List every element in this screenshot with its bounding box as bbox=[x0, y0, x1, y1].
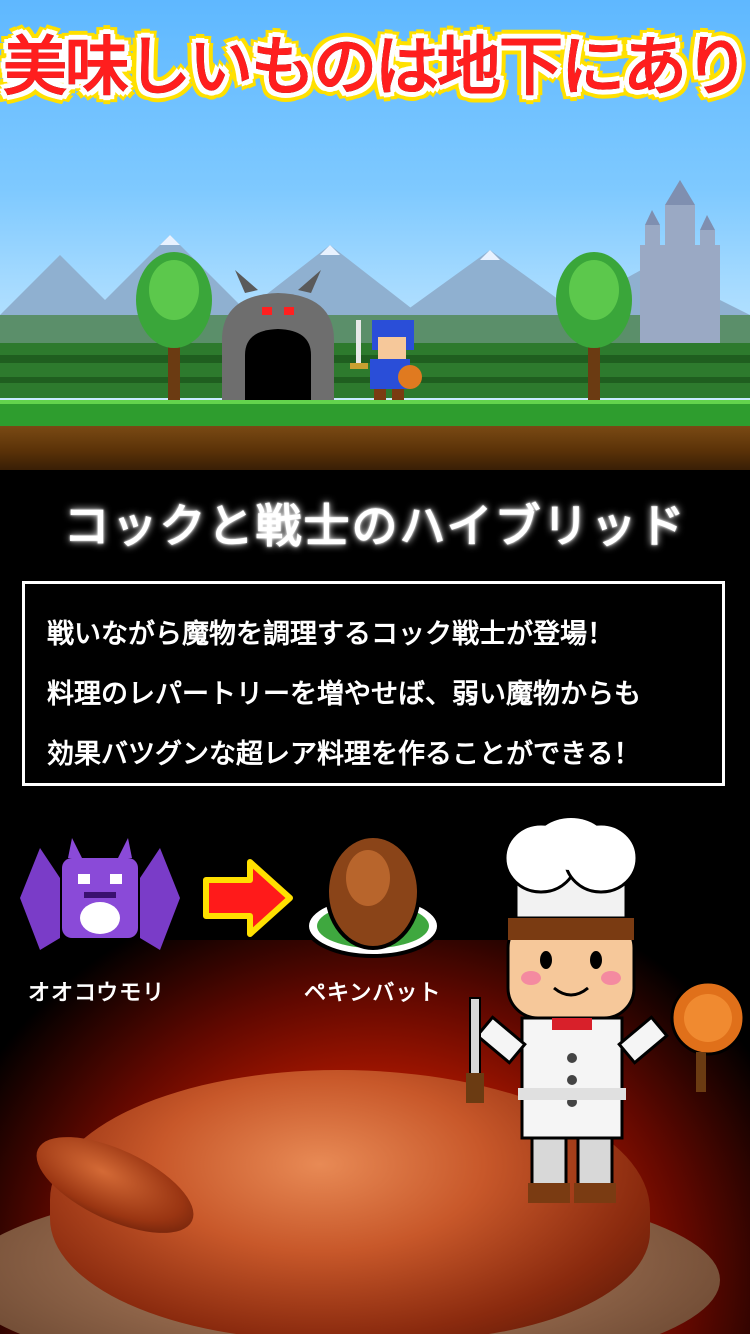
description-line: 効果バツグンな超レア料理を作ることができる！ bbox=[47, 739, 641, 770]
page-title: 美味しいものは地下にあり bbox=[3, 31, 749, 105]
feature-heading: コックと戦士のハイブリッド bbox=[63, 499, 687, 553]
chef-character bbox=[466, 818, 746, 1203]
mountains bbox=[0, 235, 750, 315]
frying-pan-icon bbox=[670, 980, 746, 1092]
castle-icon bbox=[640, 180, 720, 345]
title-banner: 美味しいものは地下にあり bbox=[0, 0, 750, 115]
bat-monster-icon bbox=[20, 838, 180, 950]
screenshot-page: 美味しいものは地下にあり コックと戦士のハイブリッド 戦いながら魔物を調理するコ… bbox=[0, 0, 750, 1334]
description-line: 料理のレパートリーを増やせば、弱い魔物からも bbox=[47, 679, 641, 710]
dish-name-label: ペキンバット bbox=[304, 981, 442, 1006]
grass-strip bbox=[0, 400, 750, 426]
description-line: 戦いながら魔物を調理するコック戦士が登場！ bbox=[47, 619, 614, 650]
knife-icon bbox=[466, 997, 484, 1103]
monster-name-label: オオコウモリ bbox=[28, 981, 166, 1006]
roast-dish-icon bbox=[305, 834, 441, 958]
arrow-right-icon bbox=[203, 859, 293, 937]
chef-hat-icon bbox=[503, 818, 639, 920]
description-box: 戦いながら魔物を調理するコック戦士が登場！ 料理のレパートリーを増やせば、弱い魔… bbox=[22, 581, 725, 786]
